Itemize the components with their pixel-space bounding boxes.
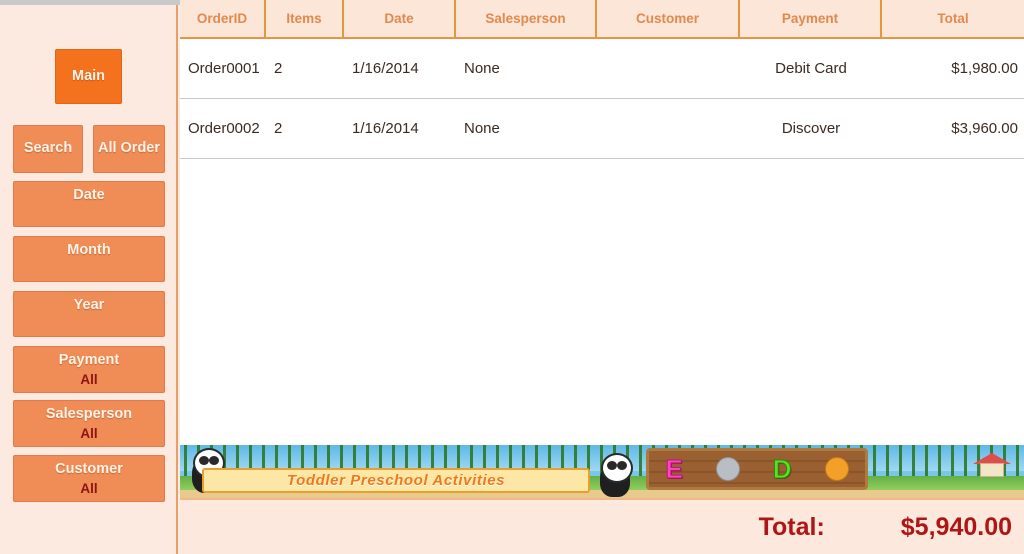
cell-total: $1,980.00 (951, 60, 1018, 77)
filter-payment-value: All (80, 371, 98, 387)
filter-date-label: Date (73, 187, 105, 203)
sign-letter-e: E (665, 454, 683, 484)
birdhouse-icon (973, 453, 1011, 477)
main-button[interactable]: Main (55, 49, 122, 104)
cell-payment: Debit Card (775, 60, 847, 77)
filter-salesperson-value: All (80, 425, 98, 441)
filter-payment-label: Payment (58, 352, 120, 368)
all-order-button[interactable]: All Order (93, 125, 165, 173)
cell-payment: Discover (781, 120, 841, 137)
ad-wooden-sign: E D (646, 448, 868, 490)
filter-month-label: Month (67, 242, 111, 258)
search-button-label: Search (23, 140, 73, 157)
birdhouse-box (980, 463, 1004, 477)
total-label: Total: (758, 512, 825, 541)
filter-salesperson[interactable]: Salesperson All (13, 400, 165, 447)
cell-salesperson: None (464, 60, 500, 77)
column-header-payment[interactable]: Payment (740, 0, 882, 37)
filter-customer-label: Customer (55, 461, 123, 477)
filter-customer-value: All (80, 480, 98, 496)
cell-customer (597, 39, 740, 98)
filter-year[interactable]: Year (13, 291, 165, 337)
filter-month[interactable]: Month (13, 236, 165, 282)
column-header-items[interactable]: Items (266, 0, 344, 37)
cell-items: 2 (274, 60, 283, 77)
total-bar: Total: $5,940.00 (180, 498, 1024, 554)
column-header-date[interactable]: Date (344, 0, 456, 37)
orders-table: OrderID Items Date Salesperson Customer … (180, 0, 1024, 554)
cell-date: 1/16/2014 (352, 120, 419, 137)
cell-items: 2 (274, 120, 283, 137)
filter-payment[interactable]: Payment All (13, 346, 165, 393)
cell-total: $3,960.00 (951, 120, 1018, 137)
table-row[interactable]: Order0001 2 1/16/2014 None Debit Card $1… (180, 39, 1024, 99)
panda-icon-mid (601, 453, 633, 483)
filter-year-label: Year (73, 297, 105, 313)
total-value: $5,940.00 (900, 512, 1012, 541)
elephant-icon (715, 457, 740, 481)
app-root: Main Search All Order Date Month Year Pa… (0, 0, 1024, 554)
cell-salesperson: None (464, 120, 500, 137)
ad-title: Toddler Preschool Activities (202, 468, 590, 493)
table-row[interactable]: Order0002 2 1/16/2014 None Discover $3,9… (180, 99, 1024, 159)
filter-salesperson-label: Salesperson (45, 406, 133, 422)
cell-date: 1/16/2014 (352, 60, 419, 77)
column-header-customer[interactable]: Customer (597, 0, 740, 37)
duck-icon (824, 457, 849, 481)
main-button-label: Main (71, 67, 106, 84)
all-order-button-label: All Order (97, 140, 161, 157)
column-header-salesperson[interactable]: Salesperson (456, 0, 597, 37)
sidebar: Main Search All Order Date Month Year Pa… (0, 5, 178, 554)
table-header-row: OrderID Items Date Salesperson Customer … (180, 0, 1024, 39)
ad-banner[interactable]: Toddler Preschool Activities E D (180, 445, 1024, 498)
cell-customer (597, 99, 740, 158)
column-header-total[interactable]: Total (882, 0, 1024, 37)
column-header-orderid[interactable]: OrderID (180, 0, 266, 37)
sign-letter-d: D (772, 454, 792, 484)
search-button[interactable]: Search (13, 125, 83, 173)
cell-orderid: Order0001 (188, 60, 260, 77)
filter-date[interactable]: Date (13, 181, 165, 227)
table-body: Order0001 2 1/16/2014 None Debit Card $1… (180, 39, 1024, 445)
cell-orderid: Order0002 (188, 120, 260, 137)
filter-customer[interactable]: Customer All (13, 455, 165, 502)
